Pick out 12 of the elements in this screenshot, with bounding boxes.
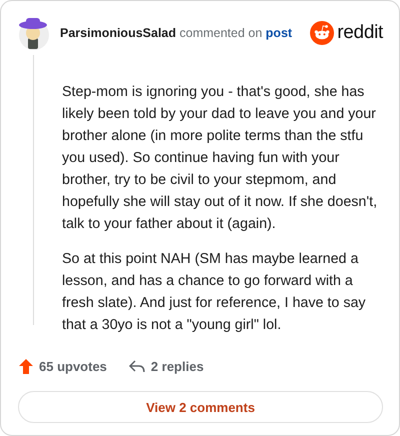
brand-name: reddit [337,22,383,44]
reply-arrow-icon [128,360,145,372]
reddit-logo-icon [310,21,334,45]
comment-paragraph: So at this point NAH (SM has maybe learned a lesson, and has a chance to go forward with a fresh slate). And just for reference, I have to say that a 30yo is not a "young girl" lol. [62,250,367,335]
upvote-arrow-icon [19,358,33,374]
byline: ParsimoniousSalad commented on post [60,26,294,40]
comment-paragraph: Step-mom is ignoring you - that's good, she has likely been told by your dad to leave you and your brother alone (in more polite terms than the stfu you used). So continue having fun with your brother, try to be civil to your stepmom, and hopefully she will stay out of it now. If she doesn't, talk to your father about it (again). [62,83,378,234]
upvote-count: 65 upvotes [39,358,107,374]
avatar-icon [18,16,50,50]
view-comments-button[interactable]: View 2 comments [18,391,383,423]
reply-count: 2 replies [150,358,204,374]
post-link[interactable]: post [266,26,292,40]
